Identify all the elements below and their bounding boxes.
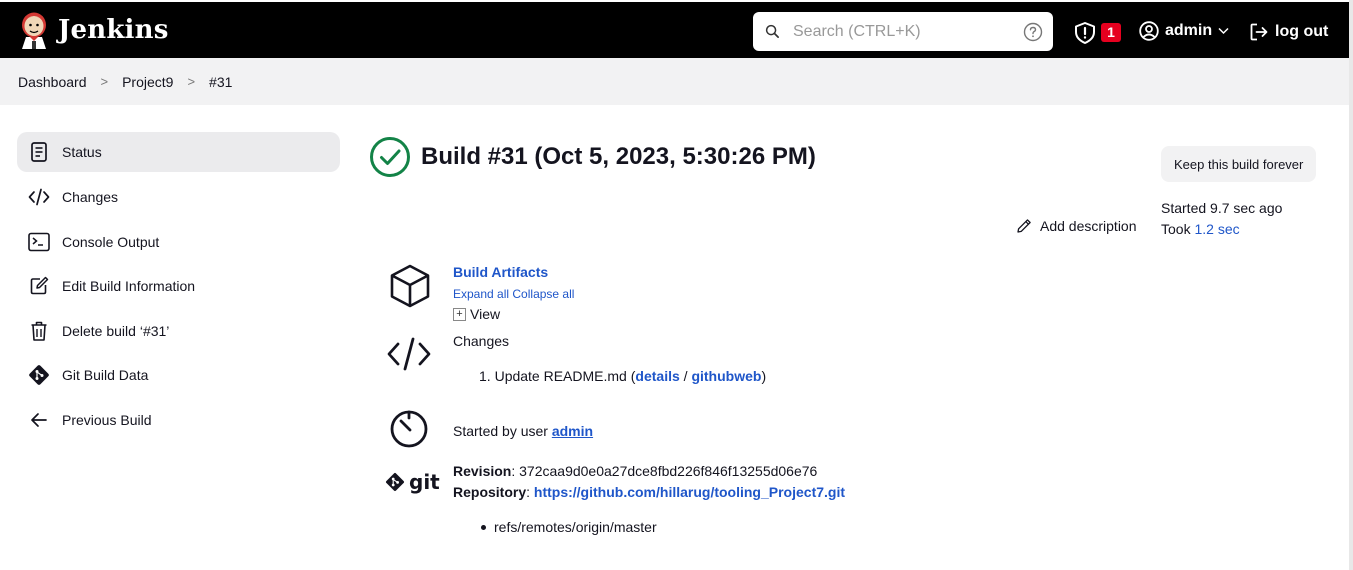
repository-url-link[interactable]: https://github.com/hillarug/tooling_Proj… <box>534 484 845 500</box>
revision-value: : 372caa9d0e0a27dce8fbd226f846f13255d06e… <box>511 463 818 479</box>
sidebar-item-label: Previous Build <box>62 412 152 428</box>
expand-all-link[interactable]: Expand all <box>453 287 509 301</box>
build-artifacts-link[interactable]: Build Artifacts <box>453 264 548 280</box>
security-shield-icon[interactable] <box>1073 21 1097 45</box>
repository-separator: : <box>526 484 534 500</box>
sidebar-item-status[interactable]: Status <box>17 132 340 172</box>
git-logo-text: git <box>409 470 440 494</box>
logout-button[interactable]: log out <box>1249 22 1328 42</box>
search-input[interactable] <box>793 21 1013 43</box>
artifact-view-node[interactable]: + View <box>453 306 500 322</box>
sidebar-item-label: Changes <box>62 189 119 205</box>
terminal-icon <box>28 231 50 253</box>
sidebar-item-previous-build[interactable]: Previous Build <box>17 400 340 440</box>
change-message: Update README.md ( <box>494 368 636 384</box>
changes-heading: Changes <box>453 333 510 349</box>
sidebar-item-changes[interactable]: Changes <box>17 177 340 217</box>
started-by-user-link[interactable]: admin <box>552 423 593 439</box>
timer-icon <box>390 410 428 448</box>
sidebar-item-label: Git Build Data <box>62 367 149 383</box>
sidebar-item-label: Edit Build Information <box>62 278 196 294</box>
change-githubweb-link[interactable]: githubweb <box>691 368 761 384</box>
expand-collapse-controls: Expand all Collapse all <box>453 287 574 301</box>
vertical-scrollbar[interactable] <box>1349 0 1353 570</box>
change-number: 1. <box>479 368 491 384</box>
started-by-prefix: Started by user <box>453 423 552 439</box>
revision-line: Revision: 372caa9d0e0a27dce8fbd226f846f1… <box>453 463 817 479</box>
alert-count-badge[interactable]: 1 <box>1101 23 1121 42</box>
build-started-time: Started 9.7 sec ago <box>1161 200 1283 216</box>
sidebar-item-git-build-data[interactable]: Git Build Data <box>17 355 340 395</box>
arrow-left-icon <box>28 409 50 431</box>
trash-icon <box>28 320 50 342</box>
started-by-text: Started by user admin <box>453 423 593 439</box>
breadcrumb-build[interactable]: #31 <box>209 74 232 90</box>
collapse-all-link[interactable]: Collapse all <box>512 287 574 301</box>
sidebar-item-label: Console Output <box>62 234 160 250</box>
repository-label: Repository <box>453 484 527 500</box>
sidebar-item-console-output[interactable]: Console Output <box>17 222 340 262</box>
jenkins-logo[interactable]: Jenkins <box>18 11 169 49</box>
chevron-down-icon <box>1218 27 1229 35</box>
revision-label: Revision <box>453 463 512 479</box>
change-list-item: 1. Update README.md (details / githubweb… <box>479 368 766 384</box>
sidebar-item-label: Delete build ‘#31’ <box>62 323 170 339</box>
user-avatar-icon <box>1139 21 1159 41</box>
sidebar-item-edit-build-information[interactable]: Edit Build Information <box>17 266 340 306</box>
search-icon <box>765 24 779 38</box>
branch-list-item: refs/remotes/origin/master <box>481 519 657 535</box>
package-box-icon <box>390 264 430 308</box>
breadcrumb-dashboard[interactable]: Dashboard <box>18 74 87 90</box>
git-icon <box>28 364 50 386</box>
sidebar-item-label: Status <box>62 144 102 160</box>
code-icon <box>28 186 50 208</box>
repository-line: Repository: https://github.com/hillarug/… <box>453 484 845 500</box>
code-changes-icon <box>387 337 431 371</box>
app-title: Jenkins <box>58 15 169 45</box>
breadcrumb-chevron-icon: > <box>187 74 196 89</box>
user-name: admin <box>1165 22 1213 39</box>
bullet-icon <box>481 524 486 530</box>
help-icon[interactable] <box>1023 22 1043 42</box>
logout-label: log out <box>1275 23 1329 40</box>
view-label: View <box>470 306 501 322</box>
logout-icon <box>1250 23 1268 41</box>
plus-icon[interactable]: + <box>453 307 466 321</box>
change-separator: / <box>679 368 692 384</box>
search-box[interactable] <box>753 12 1053 51</box>
page-title: Build #31 (Oct 5, 2023, 5:30:26 PM) <box>421 143 816 170</box>
user-menu[interactable]: admin <box>1139 21 1229 41</box>
build-duration: Took 1.2 sec <box>1161 221 1240 237</box>
git-diamond-icon <box>386 473 404 491</box>
add-description-button[interactable]: Add description <box>1016 218 1137 234</box>
add-description-label: Add description <box>1040 218 1137 234</box>
breadcrumb-project[interactable]: Project9 <box>122 74 173 90</box>
git-logo: git <box>385 470 440 494</box>
breadcrumb: Dashboard > Project9 > #31 <box>0 58 1353 105</box>
success-check-icon <box>370 137 410 177</box>
took-prefix: Took <box>1161 221 1195 237</box>
document-icon <box>28 141 50 163</box>
edit-icon <box>28 275 50 297</box>
pencil-icon <box>1017 219 1031 233</box>
change-details-link[interactable]: details <box>635 368 679 384</box>
keep-build-forever-button[interactable]: Keep this build forever <box>1161 146 1317 182</box>
build-duration-link[interactable]: 1.2 sec <box>1194 221 1239 237</box>
sidebar-item-delete-build[interactable]: Delete build ‘#31’ <box>17 311 340 351</box>
change-close: ) <box>761 368 767 384</box>
jenkins-butler-icon <box>22 12 46 49</box>
top-bar: Jenkins 1 admin <box>0 0 1353 58</box>
breadcrumb-chevron-icon: > <box>100 74 109 89</box>
branch-name: refs/remotes/origin/master <box>494 519 657 535</box>
